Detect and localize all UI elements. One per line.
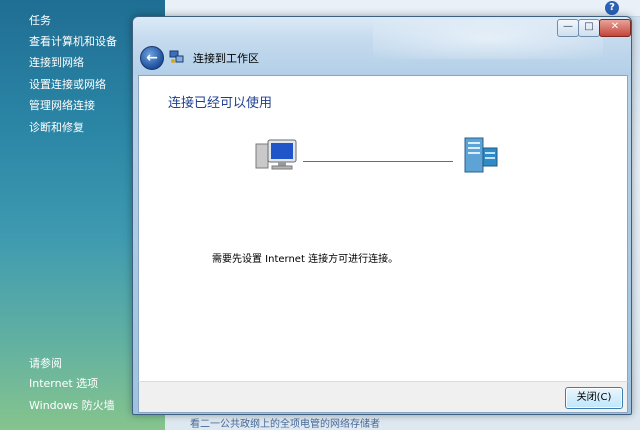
taskpane-item-connect-network[interactable]: 连接到网络 (29, 54, 84, 70)
back-arrow-icon[interactable]: ← (140, 46, 164, 70)
page-heading: 连接已经可以使用 (168, 96, 273, 111)
help-icon[interactable]: ? (605, 1, 619, 15)
taskpane-title: 任务 (29, 14, 51, 27)
minimize-button[interactable]: — (557, 19, 579, 37)
maximize-button[interactable]: □ (578, 19, 600, 37)
taskpane-item-view-computers[interactable]: 查看计算机和设备 (29, 33, 117, 49)
dialog-content: 连接已经可以使用 需要先设置 Internet 连接方可进行连接。 (138, 75, 628, 382)
taskpane-item-diagnose[interactable]: 诊断和修复 (29, 119, 84, 135)
network-wizard-icon (169, 50, 184, 63)
background-obscured-text: 看二一公共政纲上的全项电管的网络存储者 (190, 419, 380, 430)
dialog-title: 连接到工作区 (193, 52, 259, 65)
dialog-titlebar: — □ ✕ ← 连接到工作区 (133, 17, 631, 75)
server-icon (464, 137, 498, 173)
taskpane-item-manage-connections[interactable]: 管理网络连接 (29, 97, 95, 113)
see-also-windows-firewall[interactable]: Windows 防火墙 (29, 397, 115, 413)
connect-to-workplace-dialog: — □ ✕ ← 连接到工作区 连接已经可以使用 需要先设置 Internet 连… (132, 16, 632, 415)
window-close-button[interactable]: ✕ (599, 19, 631, 37)
computer-icon (255, 139, 297, 170)
background-window-toolbar (165, 0, 640, 17)
connection-line (303, 161, 453, 162)
taskpane-item-setup-connection[interactable]: 设置连接或网络 (29, 76, 106, 92)
close-button[interactable]: 关闭(C) (565, 387, 623, 409)
see-also-internet-options[interactable]: Internet 选项 (29, 375, 98, 391)
see-also-title: 请参阅 (29, 357, 62, 370)
status-message: 需要先设置 Internet 连接方可进行连接。 (212, 254, 399, 265)
dialog-footer: 关闭(C) (138, 381, 628, 413)
